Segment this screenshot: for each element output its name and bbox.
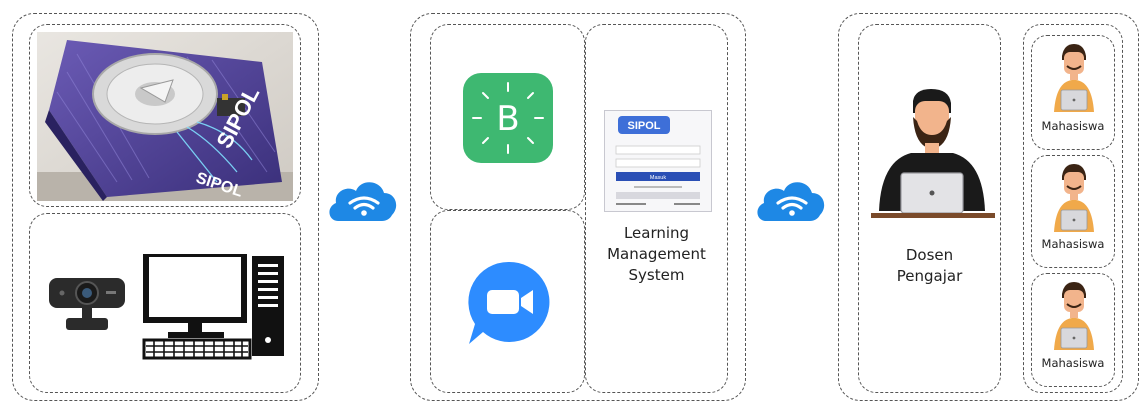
lecturer-label-line-1: Dosen bbox=[905, 246, 954, 264]
student-card: Mahasiswa bbox=[1031, 35, 1115, 150]
student-label: Mahasiswa bbox=[1041, 237, 1105, 251]
lecturer-panel: Dosen Pengajar bbox=[858, 24, 1001, 393]
student-card: Mahasiswa bbox=[1031, 273, 1115, 387]
webcam-icon bbox=[49, 278, 125, 330]
lms-screenshot: SIPOL Masuk bbox=[604, 110, 712, 212]
device-photo-panel: SIPOL SIPOL bbox=[29, 24, 301, 207]
lms-label-line-3: System bbox=[628, 266, 685, 284]
video-call-panel bbox=[430, 210, 585, 393]
desktop-computer-icon bbox=[142, 254, 284, 360]
lms-label-line-1: Learning bbox=[623, 224, 690, 242]
device-photo: SIPOL SIPOL bbox=[37, 32, 293, 201]
cloud-wifi-icon bbox=[329, 182, 397, 221]
student-card: Mahasiswa bbox=[1031, 155, 1115, 268]
svg-text:B: B bbox=[496, 99, 519, 139]
student-laptop-icon bbox=[1054, 44, 1094, 112]
cloud-wifi-icon bbox=[757, 182, 825, 221]
lecturer-laptop-icon bbox=[871, 89, 995, 218]
lms-label: Learning Management System bbox=[586, 223, 727, 286]
hardware-panel bbox=[29, 213, 301, 393]
lms-login-button: Masuk bbox=[650, 175, 666, 181]
lms-label-line-2: Management bbox=[607, 245, 706, 263]
blynk-panel: B bbox=[430, 24, 585, 210]
lms-panel: SIPOL Masuk Learning Management System bbox=[585, 24, 728, 393]
student-laptop-icon bbox=[1054, 282, 1094, 350]
lecturer-label: Dosen Pengajar bbox=[859, 245, 1000, 287]
lms-logo-text: SIPOL bbox=[627, 120, 660, 132]
student-label: Mahasiswa bbox=[1041, 119, 1105, 133]
blynk-icon: B bbox=[463, 73, 553, 163]
lecturer-label-line-2: Pengajar bbox=[896, 267, 963, 285]
video-call-icon bbox=[468, 261, 550, 344]
student-label: Mahasiswa bbox=[1041, 356, 1105, 370]
student-laptop-icon bbox=[1054, 164, 1094, 232]
